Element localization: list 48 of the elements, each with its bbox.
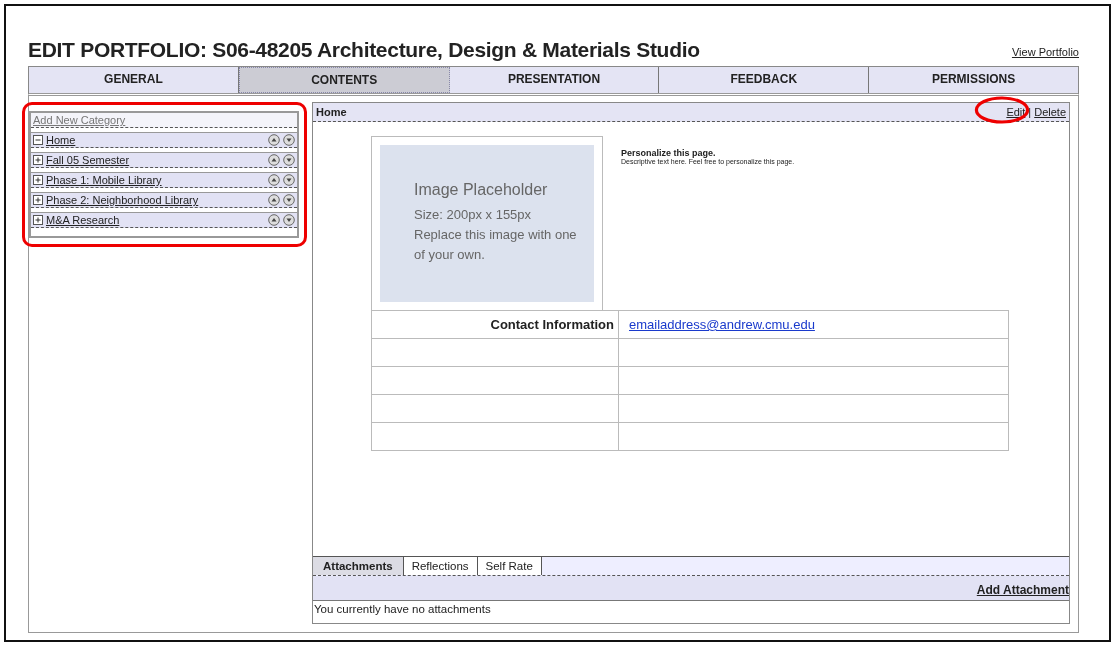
page-title: EDIT PORTFOLIO: S06-48205 Architecture, Design & Materials Studio (28, 38, 700, 62)
category-link[interactable]: Fall 05 Semester (46, 154, 265, 166)
tab[interactable]: Reflections (403, 557, 478, 575)
move-up-icon[interactable] (268, 134, 280, 146)
delete-link[interactable]: Delete (1034, 106, 1066, 118)
add-attachment-link[interactable]: Add Attachment (976, 583, 1069, 597)
toggle-icon[interactable] (33, 195, 43, 205)
category-link[interactable]: Home (46, 134, 265, 146)
page-name: Home (316, 106, 347, 118)
tab[interactable]: GENERAL (29, 67, 239, 93)
placeholder-note: Replace this image with one of your own. (414, 226, 578, 264)
placeholder-title: Image Placeholder (414, 181, 549, 199)
add-category-link[interactable]: Add New Category (31, 113, 297, 128)
move-down-icon[interactable] (283, 194, 295, 206)
toggle-icon[interactable] (33, 175, 43, 185)
move-down-icon[interactable] (283, 154, 295, 166)
move-up-icon[interactable] (268, 214, 280, 226)
move-up-icon[interactable] (268, 174, 280, 186)
category-link[interactable]: Phase 2: Neighborhood Library (46, 194, 265, 206)
edit-link[interactable]: Edit (1006, 106, 1026, 118)
category-row[interactable]: Phase 1: Mobile Library (31, 172, 297, 188)
move-down-icon[interactable] (283, 134, 295, 146)
tab[interactable]: FEEDBACK (659, 67, 870, 93)
toggle-icon[interactable] (33, 135, 43, 145)
tab[interactable]: Attachments (313, 557, 404, 575)
move-up-icon[interactable] (268, 154, 280, 166)
category-row[interactable]: M&A Research (31, 212, 297, 228)
move-down-icon[interactable] (283, 174, 295, 186)
view-portfolio-link[interactable]: View Portfolio (1011, 46, 1079, 58)
description-heading: Personalize this page. (621, 148, 717, 158)
category-link[interactable]: Phase 1: Mobile Library (46, 174, 265, 186)
move-down-icon[interactable] (283, 214, 295, 226)
tab[interactable]: CONTENTS (238, 67, 450, 93)
placeholder-size: Size: 200px x 155px (414, 206, 533, 224)
email-link[interactable]: emailaddress@andrew.cmu.edu (623, 317, 815, 332)
contact-label: Contact Information (490, 317, 614, 332)
category-row[interactable]: Phase 2: Neighborhood Library (31, 192, 297, 208)
tab[interactable]: PRESENTATION (449, 67, 660, 93)
toggle-icon[interactable] (33, 215, 43, 225)
category-link[interactable]: M&A Research (46, 214, 265, 226)
category-row[interactable]: Fall 05 Semester (31, 152, 297, 168)
move-up-icon[interactable] (268, 194, 280, 206)
tab[interactable]: PERMISSIONS (869, 67, 1078, 93)
attachments-message: You currently have no attachments (313, 602, 492, 617)
separator: | (1028, 106, 1032, 118)
toggle-icon[interactable] (33, 155, 43, 165)
tab[interactable]: Self Rate (477, 557, 542, 575)
category-row[interactable]: Home (31, 132, 297, 148)
